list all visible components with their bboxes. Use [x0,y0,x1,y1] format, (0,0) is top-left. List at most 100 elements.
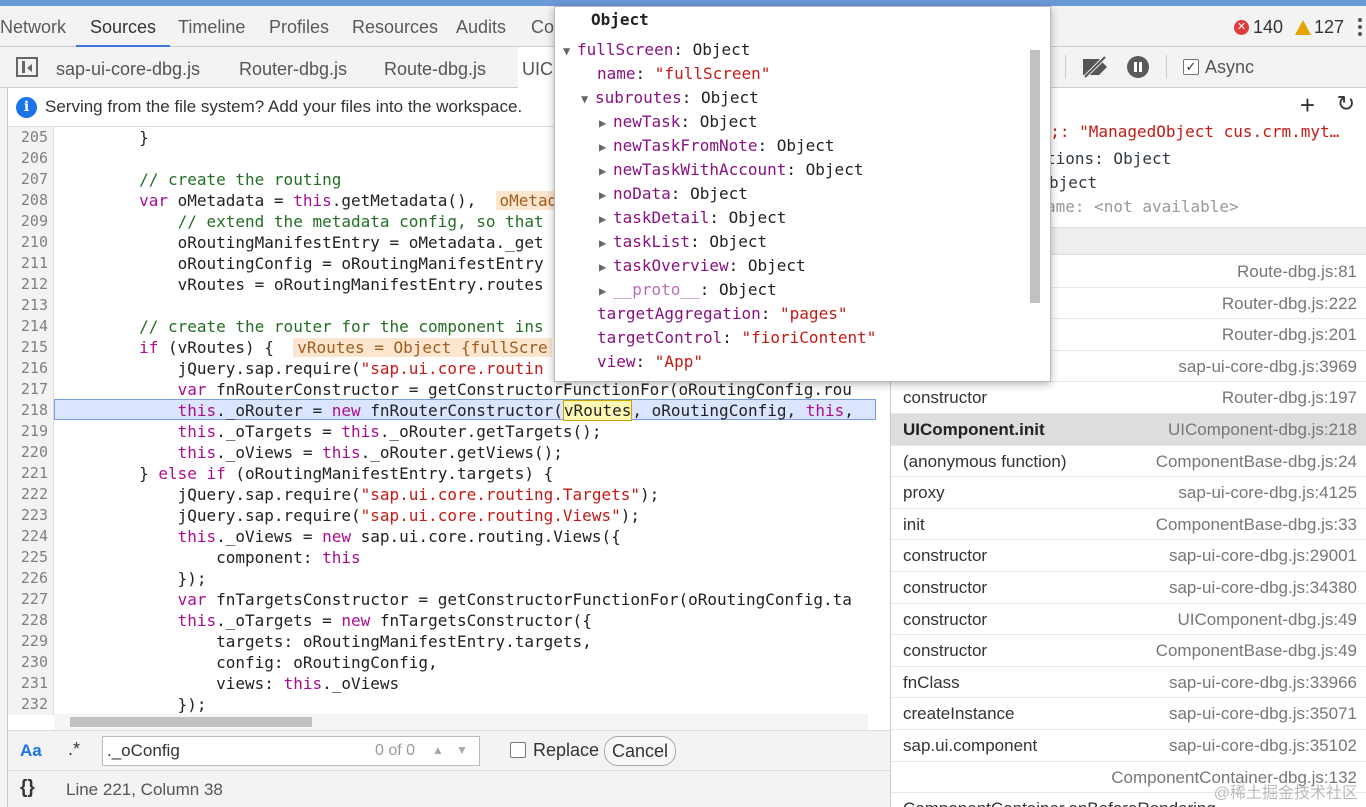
call-frame[interactable]: constructor ComponentBase-dbg.js:49 [891,635,1366,667]
line-number[interactable]: 206 [8,148,48,169]
call-frame[interactable]: constructor sap-ui-core-dbg.js:34380 [891,572,1366,604]
file-tab-uicomponent[interactable]: UIC [518,47,557,88]
next-match-icon[interactable]: ▼ [453,743,471,759]
line-number[interactable]: 226 [8,568,48,589]
tree-node-newtaskwithaccount[interactable]: ▶ newTaskWithAccount: Object [599,158,863,182]
error-counter[interactable]: ✕ 140 [1233,17,1283,38]
call-frame-location[interactable]: sap-ui-core-dbg.js:34380 [1169,578,1357,598]
line-number[interactable]: 215 [8,337,48,358]
call-frame[interactable]: sap.ui.component sap-ui-core-dbg.js:35102 [891,730,1366,762]
call-frame-location[interactable]: Router-dbg.js:201 [1222,325,1357,345]
call-frame-location[interactable]: UIComponent-dbg.js:218 [1168,420,1357,440]
call-frame[interactable]: UIComponent.init UIComponent-dbg.js:218 [891,414,1366,446]
async-checkbox[interactable]: ✓ [1183,59,1199,75]
call-frame-location[interactable]: ComponentBase-dbg.js:33 [1156,515,1357,535]
call-frame[interactable]: constructor UIComponent-dbg.js:49 [891,604,1366,636]
file-tab-route[interactable]: Route-dbg.js [384,47,486,88]
refresh-watch-icon[interactable]: ↻ [1337,91,1355,117]
line-number[interactable]: 219 [8,421,48,442]
line-number[interactable]: 212 [8,274,48,295]
line-number[interactable]: 207 [8,169,48,190]
line-number[interactable]: 227 [8,589,48,610]
line-number[interactable]: 229 [8,631,48,652]
tab-timeline[interactable]: Timeline [178,6,245,47]
call-frame-location[interactable]: UIComponent-dbg.js:49 [1177,610,1357,630]
line-number[interactable]: 220 [8,442,48,463]
call-frame-location[interactable]: Router-dbg.js:197 [1222,388,1357,408]
call-frame-location[interactable]: Router-dbg.js:222 [1222,294,1357,314]
match-case-toggle[interactable]: Aa [20,741,42,761]
tree-node-taskoverview[interactable]: ▶ taskOverview: Object [599,254,806,278]
call-frame-location[interactable]: Route-dbg.js:81 [1237,262,1357,282]
tree-node-tasklist[interactable]: ▶ taskList: Object [599,230,767,254]
replace-checkbox[interactable] [510,742,526,758]
line-number[interactable]: 217 [8,379,48,400]
line-number[interactable]: 225 [8,547,48,568]
call-frame-location[interactable]: ComponentBase-dbg.js:49 [1156,641,1357,661]
line-number[interactable]: 218 [8,400,48,421]
call-frame-location[interactable]: sap-ui-core-dbg.js:35071 [1169,704,1357,724]
call-frame-location[interactable]: sap-ui-core-dbg.js:35102 [1169,736,1357,756]
line-number[interactable]: 223 [8,505,48,526]
toggle-navigator-icon[interactable] [16,57,38,77]
previous-match-icon[interactable]: ▲ [429,743,447,759]
call-frame[interactable]: createInstance sap-ui-core-dbg.js:35071 [891,698,1366,730]
popover-scrollbar[interactable] [1028,37,1042,375]
line-number[interactable]: 208 [8,190,48,211]
regex-toggle[interactable]: .* [68,739,80,760]
call-frame[interactable]: constructor sap-ui-core-dbg.js:29001 [891,540,1366,572]
pause-on-exceptions-icon[interactable] [1127,56,1149,78]
line-number[interactable]: 231 [8,673,48,694]
line-number[interactable]: 213 [8,295,48,316]
scope-line[interactable]: ();: "ManagedObject cus.crm.myt… [1031,120,1339,144]
file-tab-sap-ui-core[interactable]: sap-ui-core-dbg.js [56,47,200,88]
tab-sources[interactable]: Sources [76,6,171,47]
line-number[interactable]: 222 [8,484,48,505]
line-number[interactable]: 211 [8,253,48,274]
line-number[interactable]: 221 [8,463,48,484]
tab-resources[interactable]: Resources [352,6,438,47]
line-number[interactable]: 210 [8,232,48,253]
scrollbar-thumb[interactable] [1030,50,1040,303]
tree-node-fullscreen[interactable]: ▼ fullScreen: Object [563,38,750,62]
tab-profiles[interactable]: Profiles [269,6,329,47]
file-tab-router[interactable]: Router-dbg.js [239,47,347,88]
line-number[interactable]: 224 [8,526,48,547]
call-frame-location[interactable]: ComponentBase-dbg.js:24 [1156,452,1357,472]
line-number[interactable]: 216 [8,358,48,379]
tree-node-newtaskfromnote[interactable]: ▶ newTaskFromNote: Object [599,134,835,158]
call-frame-location[interactable]: sap-ui-core-dbg.js:29001 [1169,546,1357,566]
scope-line[interactable]: bject [1049,171,1097,195]
tab-network[interactable]: Network [0,6,66,47]
call-frame-location[interactable]: sap-ui-core-dbg.js:3969 [1178,357,1357,377]
deactivate-breakpoints-icon[interactable] [1081,55,1111,79]
editor-horizontal-scrollbar[interactable] [54,714,868,730]
search-input[interactable] [107,740,367,762]
line-number[interactable]: 214 [8,316,48,337]
line-number[interactable]: 205 [8,127,48,148]
call-frame[interactable]: constructor Router-dbg.js:197 [891,382,1366,414]
call-frame[interactable]: proxy sap-ui-core-dbg.js:4125 [891,477,1366,509]
call-frame[interactable]: fnClass sap-ui-core-dbg.js:33966 [891,667,1366,699]
call-frame[interactable]: (anonymous function) ComponentBase-dbg.js… [891,446,1366,478]
call-frame-location[interactable]: sap-ui-core-dbg.js:33966 [1169,673,1357,693]
tree-node-subroutes[interactable]: ▼ subroutes: Object [581,86,759,110]
tree-node-taskdetail[interactable]: ▶ taskDetail: Object [599,206,786,230]
expanded-triangle-icon[interactable]: ▼ [563,39,577,63]
tree-node-newtask[interactable]: ▶ newTask: Object [599,110,758,134]
line-number[interactable]: 232 [8,694,48,715]
scrollbar-thumb[interactable] [70,717,312,727]
more-options-icon[interactable] [1358,18,1364,36]
tree-node-nodata[interactable]: ▶ noData: Object [599,182,748,206]
tab-audits[interactable]: Audits [456,6,506,47]
scope-line[interactable]: tions: Object [1046,147,1171,171]
pretty-print-button[interactable]: {} [20,777,35,799]
line-number[interactable]: 230 [8,652,48,673]
add-watch-icon[interactable]: + [1300,90,1315,121]
scope-line[interactable]: ame: <not available> [1046,195,1239,219]
expanded-triangle-icon[interactable]: ▼ [581,87,595,111]
line-number[interactable]: 228 [8,610,48,631]
call-frame[interactable]: init ComponentBase-dbg.js:33 [891,509,1366,541]
cancel-search-button[interactable]: Cancel [604,736,676,766]
tab-console[interactable]: Co [531,6,554,47]
